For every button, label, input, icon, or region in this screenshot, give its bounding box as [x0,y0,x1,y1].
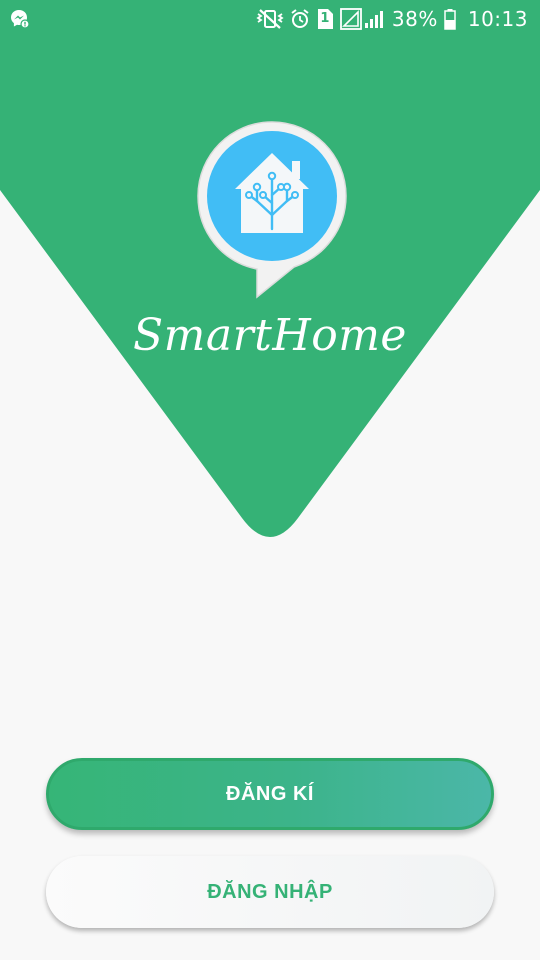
status-clock: 10:13 [467,7,528,31]
login-button[interactable]: ĐĂNG NHẬP [46,856,494,928]
mute-vibrate-icon [256,8,284,30]
register-button[interactable]: ĐĂNG KÍ [46,758,494,830]
register-button-label: ĐĂNG KÍ [226,782,314,805]
status-bar: 1 38% 10:13 [0,0,540,38]
alarm-icon [290,8,310,30]
sim-slot-number: 1 [320,11,330,26]
messenger-icon [10,9,30,29]
app-title: SmartHome [133,310,407,361]
battery-percent: 38% [391,7,438,31]
login-button-label: ĐĂNG NHẬP [207,880,333,903]
sim-icon: 1 [316,8,334,30]
battery-icon [444,8,456,30]
home-assistant-logo [197,121,347,299]
signal-icon [340,8,386,30]
